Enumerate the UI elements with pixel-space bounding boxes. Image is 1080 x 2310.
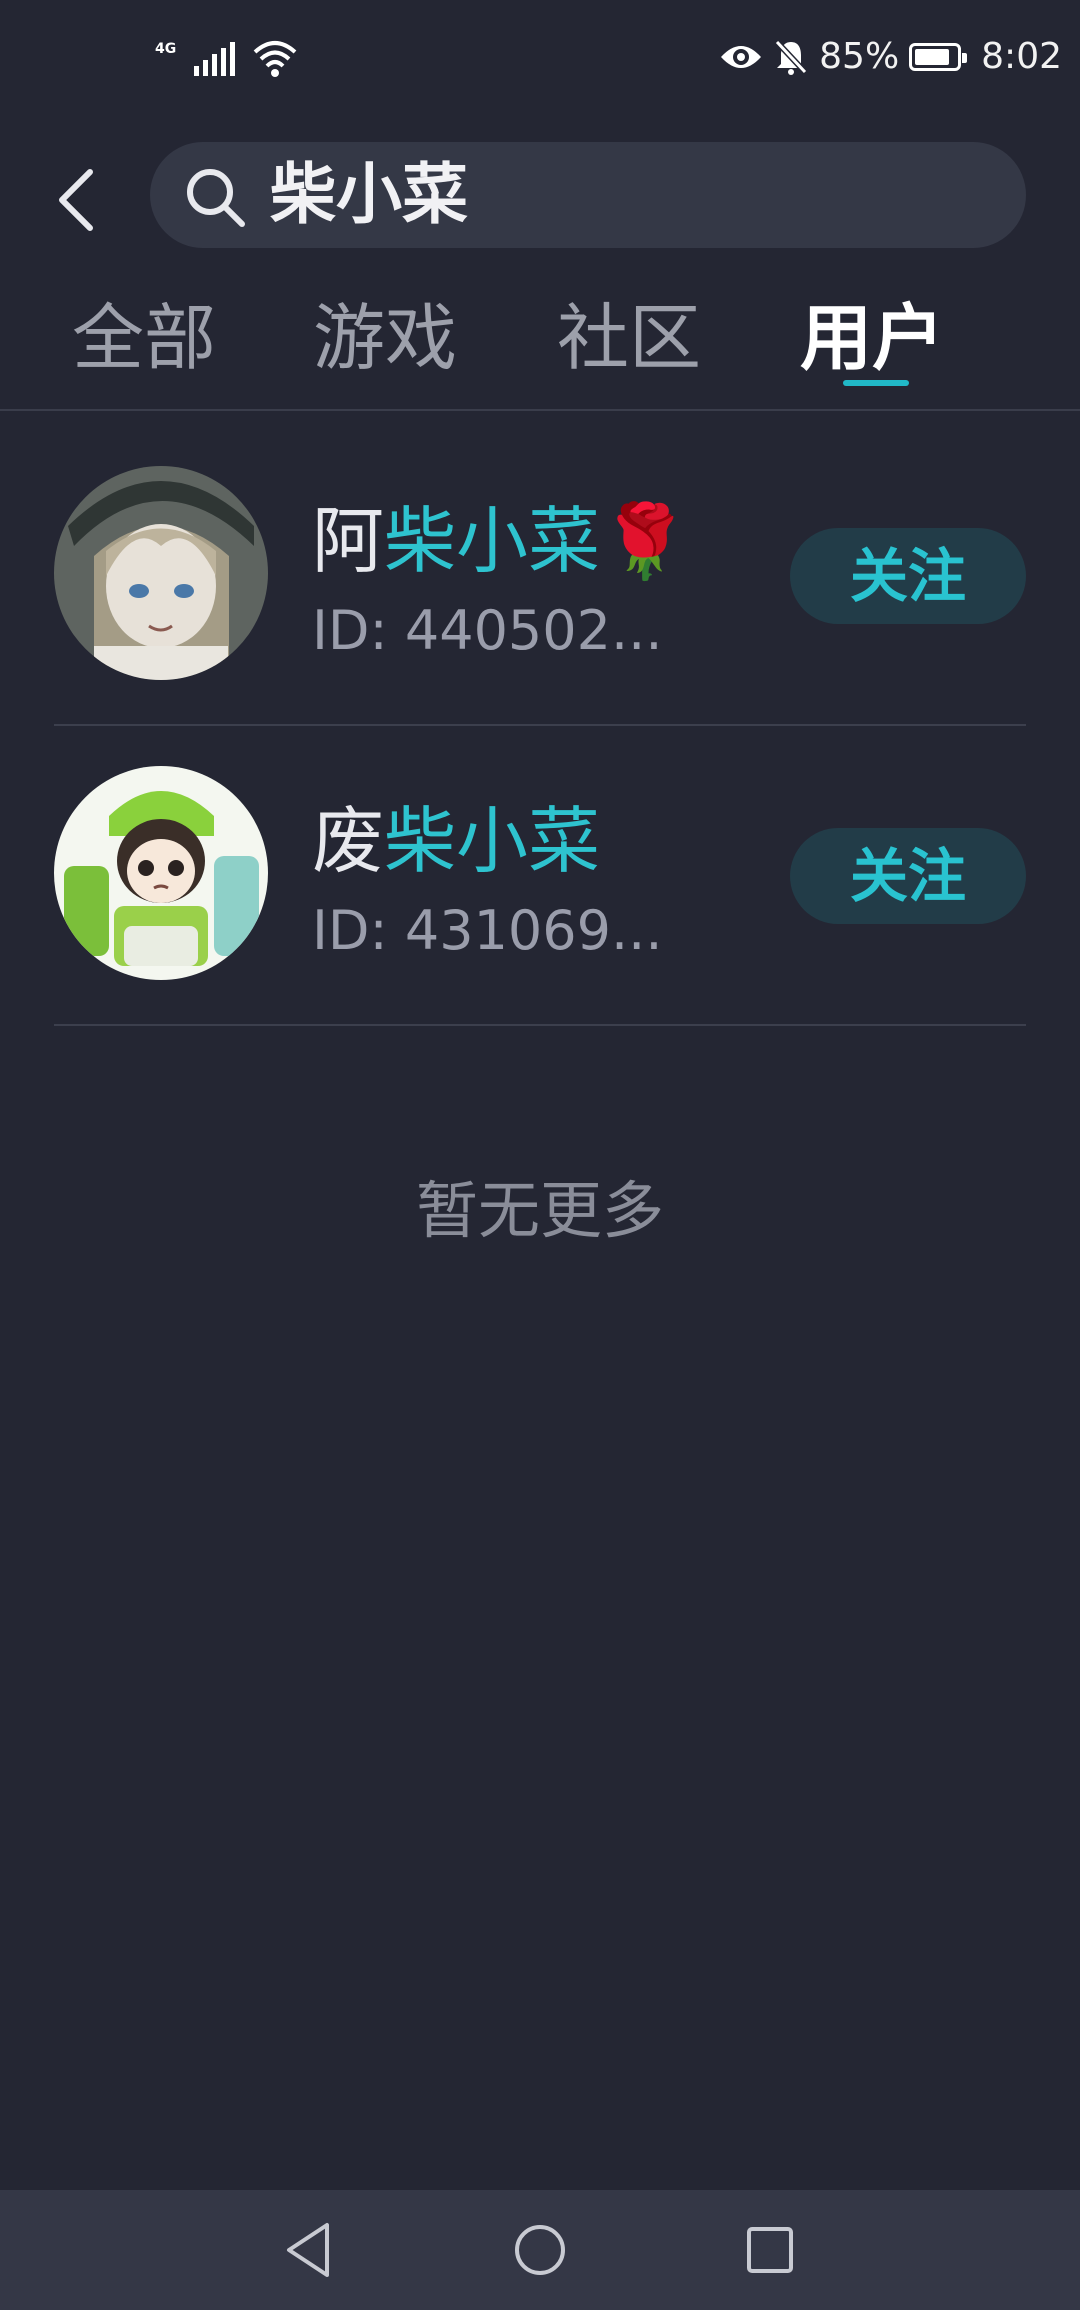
user-name[interactable]: 阿柴小菜🌹 (312, 496, 690, 586)
eye-icon (721, 45, 762, 68)
tabs-divider (0, 409, 1080, 411)
search-icon (187, 169, 245, 227)
user-list-item[interactable]: 废柴小菜 ID: 431069... 关注 (54, 766, 1026, 1066)
row-divider (54, 1024, 1026, 1026)
tab-all[interactable]: 全部 (72, 290, 216, 386)
battery-percent: 85% (819, 36, 900, 77)
status-right: 85% 8:02 (719, 36, 1062, 77)
tab-users[interactable]: 用户 (800, 290, 944, 386)
tab-games[interactable]: 游戏 (313, 290, 457, 386)
rose-emoji: 🌹 (600, 499, 690, 583)
nav-back-icon[interactable] (275, 2215, 345, 2285)
search-header: 柴小菜 (0, 140, 1080, 250)
clock: 8:02 (981, 36, 1062, 77)
back-arrow-icon (59, 169, 93, 231)
no-more-text: 暂无更多 (415, 1174, 664, 1247)
user-list-item[interactable]: 阿柴小菜🌹 ID: 440502... 关注 (54, 466, 1026, 766)
user-name[interactable]: 废柴小菜 (312, 796, 600, 886)
user-id: ID: 440502... (312, 599, 663, 662)
user-name-prefix: 废 (312, 799, 385, 883)
bell-muted-icon (774, 39, 808, 75)
back-button[interactable] (40, 150, 130, 240)
network-type: 4G (155, 41, 177, 57)
search-input[interactable]: 柴小菜 (150, 142, 1026, 248)
search-tabs: 全部 游戏 社区 用户 (0, 290, 1080, 410)
nav-recents-icon[interactable] (735, 2215, 805, 2285)
battery-icon (909, 42, 968, 71)
avatar[interactable] (54, 466, 268, 680)
user-name-highlight: 柴小菜 (384, 799, 601, 883)
signal-icon (194, 42, 236, 76)
nav-home-icon[interactable] (505, 2215, 575, 2285)
search-query: 柴小菜 (270, 156, 468, 233)
row-divider (54, 724, 1026, 726)
user-name-highlight: 柴小菜 (384, 499, 601, 583)
avatar[interactable] (54, 766, 268, 980)
system-nav-bar (0, 2190, 1080, 2310)
active-tab-indicator (843, 380, 909, 386)
user-id: ID: 431069... (312, 899, 663, 962)
follow-button[interactable]: 关注 (790, 828, 1026, 924)
status-bar: 4G 85% 8:02 (0, 0, 1080, 125)
follow-button[interactable]: 关注 (790, 528, 1026, 624)
tab-community[interactable]: 社区 (557, 290, 701, 386)
wifi-icon (253, 41, 297, 77)
user-name-prefix: 阿 (312, 499, 385, 583)
status-left: 4G (155, 40, 297, 78)
